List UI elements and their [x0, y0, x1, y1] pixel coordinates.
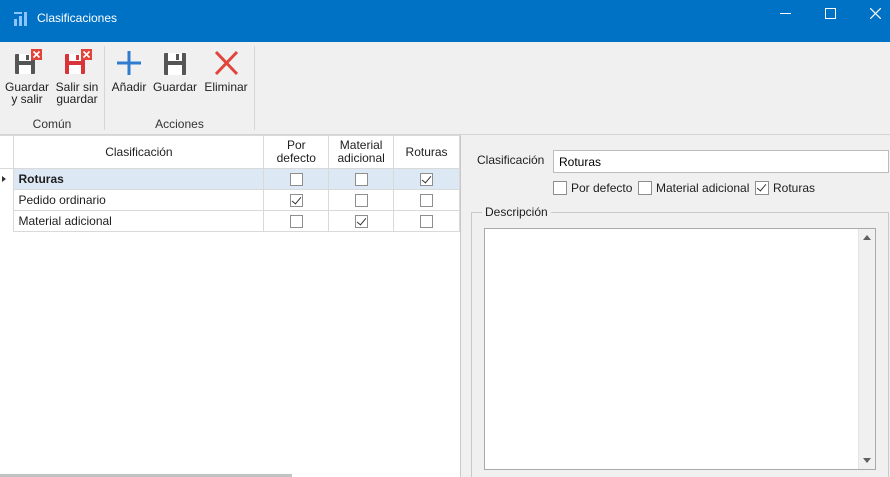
grid-row[interactable]: Roturas	[0, 168, 460, 190]
minimize-icon	[779, 12, 791, 14]
classification-grid: Clasificación Por defecto Material adici…	[0, 135, 460, 232]
roturas-label: Roturas	[773, 181, 816, 195]
maximize-icon	[824, 7, 836, 19]
roturas-checkbox[interactable]	[755, 181, 769, 195]
grid-header-clasificacion[interactable]: Clasificación	[13, 135, 265, 169]
grid-header-roturas[interactable]: Roturas	[393, 135, 460, 169]
plus-icon	[117, 51, 141, 75]
grid-header-material-adicional[interactable]: Material adicional	[328, 135, 395, 169]
grid-cell-por-defecto[interactable]	[263, 168, 330, 190]
classification-grid-panel: Clasificación Por defecto Material adici…	[0, 135, 461, 477]
group-label-actions: Acciones	[155, 117, 204, 131]
material-adicional-cell-checkbox[interactable]	[354, 215, 368, 229]
row-indicator	[0, 168, 15, 190]
save-icon	[164, 53, 186, 75]
por-defecto-cell-checkbox[interactable]	[289, 215, 303, 229]
material-adicional-cell-checkbox[interactable]	[354, 173, 368, 187]
descripcion-label: Descripción	[482, 205, 551, 219]
exit-nosave-button[interactable]: Salir sin guardar	[53, 48, 101, 105]
grid-cell-por-defecto[interactable]	[263, 210, 330, 232]
group-separator	[254, 46, 255, 130]
exit-nosave-label-2: guardar	[56, 92, 98, 106]
por-defecto-checkbox[interactable]	[553, 181, 567, 195]
por-defecto-cell-checkbox[interactable]	[289, 173, 303, 187]
exit-nosave-icon	[65, 49, 92, 74]
maximize-button[interactable]	[807, 0, 853, 26]
close-icon	[869, 7, 881, 19]
save-exit-icon	[15, 49, 42, 74]
option-por-defecto[interactable]: Por defecto	[553, 181, 632, 195]
grid-cell-material-adicional[interactable]	[328, 168, 395, 190]
group-label-common: Común	[32, 117, 72, 131]
save-exit-button[interactable]: Guardar y salir	[4, 48, 50, 105]
x-delete-icon	[214, 50, 239, 76]
grid-cell-roturas[interactable]	[393, 189, 460, 211]
row-indicator	[0, 189, 15, 211]
grid-cell-clasificacion[interactable]: Pedido ordinario	[13, 189, 265, 211]
roturas-cell-checkbox[interactable]	[420, 194, 434, 208]
grid-cell-material-adicional[interactable]	[328, 210, 395, 232]
clasificacion-label: Clasificación	[477, 153, 545, 167]
minimize-button[interactable]	[762, 0, 808, 26]
close-button[interactable]	[852, 0, 890, 26]
grid-header-por-defecto-line1: Por	[286, 138, 306, 152]
material-adicional-checkbox[interactable]	[638, 181, 652, 195]
delete-label: Eliminar	[204, 80, 248, 94]
grid-header-material-line2: adicional	[337, 151, 385, 165]
clasificacion-input[interactable]	[553, 150, 889, 173]
delete-button[interactable]: Eliminar	[203, 48, 249, 93]
por-defecto-label: Por defecto	[571, 181, 633, 195]
grid-row[interactable]: Pedido ordinario	[0, 189, 460, 211]
roturas-cell-checkbox[interactable]	[420, 215, 434, 229]
material-adicional-cell-checkbox[interactable]	[354, 194, 368, 208]
grid-cell-clasificacion[interactable]: Roturas	[13, 168, 265, 190]
descripcion-scrollbar[interactable]	[858, 229, 875, 469]
grid-cell-material-adicional[interactable]	[328, 189, 395, 211]
ribbon-toolbar: Guardar y salir Salir sin guardar Común …	[0, 42, 890, 135]
title-bar: Clasificaciones	[0, 0, 890, 42]
save-label: Guardar	[152, 80, 198, 94]
grid-cell-roturas[interactable]	[393, 168, 460, 190]
grid-header-por-defecto-line2: defecto	[276, 151, 316, 165]
grid-cell-clasificacion[interactable]: Material adicional	[13, 210, 265, 232]
save-exit-label-2: y salir	[11, 92, 43, 106]
scroll-up-icon[interactable]	[863, 235, 871, 240]
window-title: Clasificaciones	[37, 11, 118, 25]
descripcion-textarea[interactable]	[484, 228, 876, 470]
grid-row[interactable]: Material adicional	[0, 210, 460, 232]
material-adicional-label: Material adicional	[656, 181, 750, 195]
row-indicator	[0, 210, 15, 232]
add-label: Añadir	[111, 80, 147, 94]
option-roturas[interactable]: Roturas	[755, 181, 815, 195]
grid-cell-por-defecto[interactable]	[263, 189, 330, 211]
grid-header-indicator	[0, 135, 15, 169]
grid-header-por-defecto[interactable]: Por defecto	[263, 135, 330, 169]
grid-header-material-line1: Material	[339, 138, 383, 152]
app-chart-icon	[14, 12, 27, 26]
add-button[interactable]: Añadir	[109, 48, 149, 93]
scroll-down-icon[interactable]	[863, 458, 871, 463]
grid-cell-roturas[interactable]	[393, 210, 460, 232]
por-defecto-cell-checkbox[interactable]	[289, 194, 303, 208]
option-material-adicional[interactable]: Material adicional	[638, 181, 749, 195]
row-pointer-icon	[2, 176, 6, 183]
save-button[interactable]: Guardar	[152, 48, 198, 93]
roturas-cell-checkbox[interactable]	[420, 173, 434, 187]
